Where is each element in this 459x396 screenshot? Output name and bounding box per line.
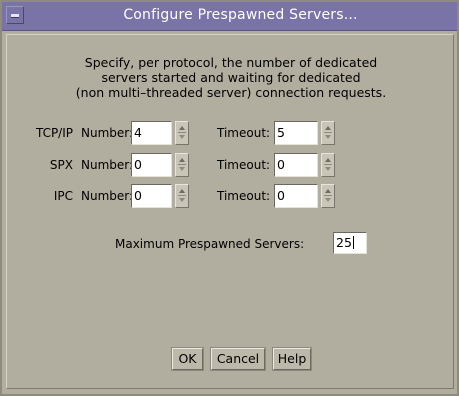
spin-up-arrow-icon[interactable] — [179, 189, 185, 193]
spin-up-arrow-icon[interactable] — [325, 126, 331, 130]
title-bar[interactable]: Configure Prespawned Servers... — [2, 2, 457, 31]
dialog-body: Specify, per protocol, the number of ded… — [6, 34, 454, 389]
number-label: Number: — [81, 158, 134, 172]
text-cursor — [352, 236, 354, 249]
max-prespawned-label: Maximum Prespawned Servers: — [115, 237, 305, 251]
spin-down-arrow-icon[interactable] — [325, 167, 331, 171]
timeout-label: Timeout: — [217, 189, 271, 203]
max-prespawned-value: 25 — [336, 235, 352, 250]
tcpip-timeout-spinner[interactable] — [321, 121, 335, 145]
description-text: Specify, per protocol, the number of ded… — [7, 55, 455, 100]
spx-number-spinner[interactable] — [175, 153, 189, 177]
tcpip-timeout-field[interactable]: 5 — [274, 121, 318, 145]
number-label: Number: — [81, 189, 134, 203]
configure-prespawned-servers-dialog: Configure Prespawned Servers... Specify,… — [0, 0, 459, 396]
number-label: Number: — [81, 126, 134, 140]
max-prespawned-row: Maximum Prespawned Servers: 25 — [7, 232, 455, 258]
help-button[interactable]: Help — [272, 347, 312, 371]
ipc-number-field[interactable]: 0 — [131, 184, 172, 208]
spx-number-field[interactable]: 0 — [131, 153, 172, 177]
spin-down-arrow-icon[interactable] — [179, 167, 185, 171]
window-menu-icon[interactable] — [6, 6, 24, 24]
window-title: Configure Prespawned Servers... — [123, 7, 358, 23]
tcpip-number-spinner[interactable] — [175, 121, 189, 145]
spx-timeout-spinner[interactable] — [321, 153, 335, 177]
protocol-row-ipc: IPC Number: 0 Timeout: 0 — [7, 184, 455, 210]
protocol-row-spx: SPX Number: 0 Timeout: 0 — [7, 153, 455, 179]
description-line-2: servers started and waiting for dedicate… — [101, 70, 361, 85]
spin-down-arrow-icon[interactable] — [179, 198, 185, 202]
protocol-label: SPX — [49, 158, 73, 172]
timeout-label: Timeout: — [217, 158, 271, 172]
spin-down-arrow-icon[interactable] — [325, 135, 331, 139]
protocol-label: IPC — [53, 189, 73, 203]
spin-up-arrow-icon[interactable] — [325, 158, 331, 162]
description-line-3: (non multi–threaded server) connection r… — [75, 85, 387, 100]
ipc-timeout-spinner[interactable] — [321, 184, 335, 208]
protocol-row-tcpip: TCP/IP Number: 4 Timeout: 5 — [7, 121, 455, 147]
spin-down-arrow-icon[interactable] — [325, 198, 331, 202]
description-line-1: Specify, per protocol, the number of ded… — [84, 55, 378, 70]
ipc-number-spinner[interactable] — [175, 184, 189, 208]
spx-timeout-field[interactable]: 0 — [274, 153, 318, 177]
tcpip-number-field[interactable]: 4 — [131, 121, 172, 145]
ok-button[interactable]: OK — [171, 347, 204, 371]
ipc-timeout-field[interactable]: 0 — [274, 184, 318, 208]
spin-up-arrow-icon[interactable] — [179, 126, 185, 130]
cancel-button[interactable]: Cancel — [210, 347, 266, 371]
spin-up-arrow-icon[interactable] — [179, 158, 185, 162]
timeout-label: Timeout: — [217, 126, 271, 140]
spin-up-arrow-icon[interactable] — [325, 189, 331, 193]
protocol-label: TCP/IP — [35, 126, 73, 140]
spin-down-arrow-icon[interactable] — [179, 135, 185, 139]
max-prespawned-field[interactable]: 25 — [333, 232, 367, 254]
